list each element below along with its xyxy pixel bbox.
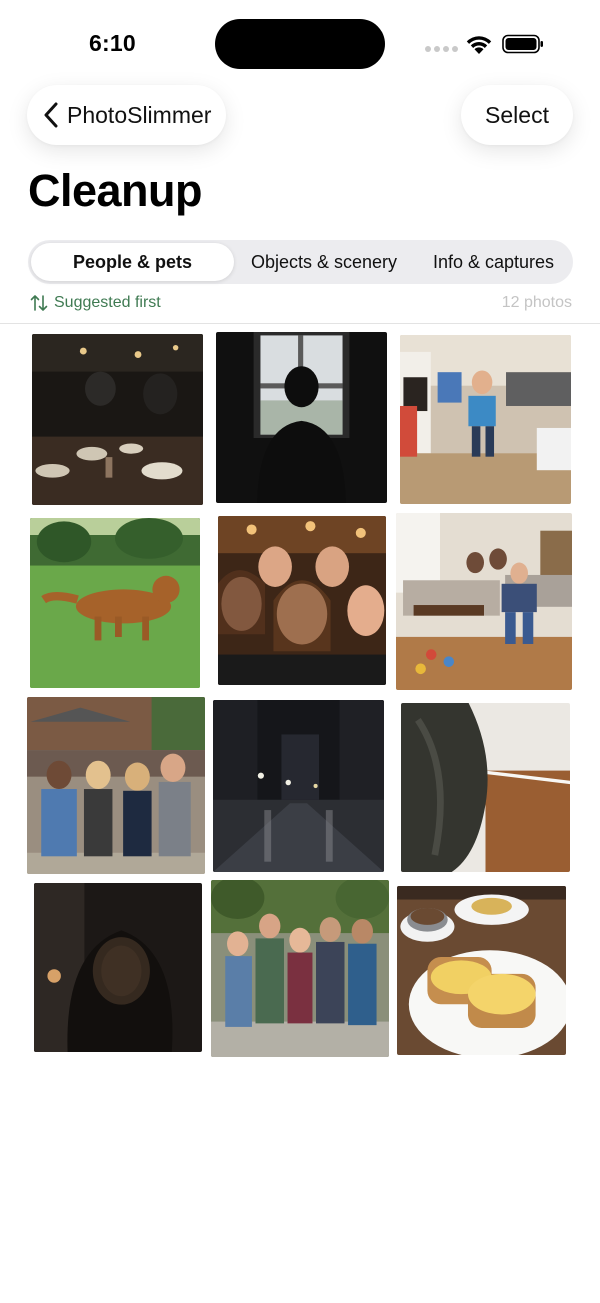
- photo-thumbnail[interactable]: [34, 883, 202, 1052]
- back-button[interactable]: PhotoSlimmer: [27, 85, 226, 145]
- sort-arrows-icon: [30, 295, 48, 311]
- battery-icon: [502, 34, 543, 54]
- photo-thumbnail[interactable]: [211, 880, 389, 1057]
- page-title: Cleanup: [28, 165, 203, 216]
- photo-thumbnail[interactable]: [218, 516, 386, 685]
- photo-count: 12 photos: [501, 294, 572, 311]
- cellular-signal-icon: [425, 46, 458, 52]
- dynamic-island: [215, 19, 385, 69]
- category-segmented-control: People & pets Objects & scenery Info & c…: [28, 240, 573, 284]
- sort-label: Suggested first: [54, 294, 161, 311]
- tab-objects-scenery[interactable]: Objects & scenery: [234, 240, 414, 284]
- photo-thumbnail[interactable]: [396, 513, 572, 690]
- divider: [0, 323, 600, 324]
- tab-info-captures[interactable]: Info & captures: [414, 240, 573, 284]
- photo-thumbnail[interactable]: [30, 518, 200, 688]
- sort-button[interactable]: Suggested first: [29, 293, 161, 313]
- photo-thumbnail[interactable]: [400, 335, 571, 504]
- photo-thumbnail[interactable]: [397, 886, 566, 1055]
- photo-thumbnail[interactable]: [27, 697, 205, 874]
- select-button[interactable]: Select: [461, 85, 573, 145]
- wifi-icon: [466, 36, 492, 54]
- chevron-left-icon: [44, 102, 58, 128]
- photo-thumbnail[interactable]: [32, 334, 203, 505]
- tab-people-pets[interactable]: People & pets: [31, 243, 234, 281]
- photo-thumbnail[interactable]: [213, 700, 384, 872]
- back-button-label: PhotoSlimmer: [67, 101, 212, 128]
- photo-thumbnail[interactable]: [401, 703, 570, 872]
- photo-thumbnail[interactable]: [216, 332, 387, 503]
- status-time: 6:10: [89, 30, 136, 56]
